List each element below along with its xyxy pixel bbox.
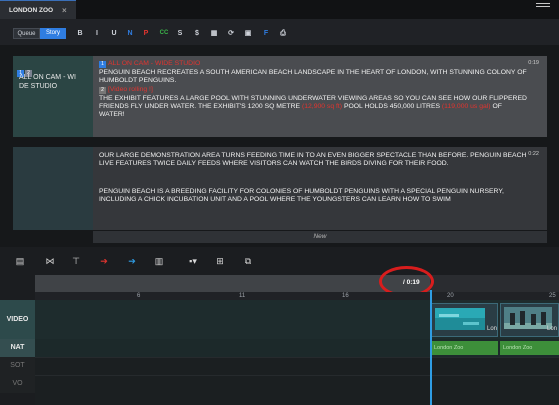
n-icon[interactable]: N <box>125 28 135 39</box>
clip-name: Lon <box>547 326 558 332</box>
story-block-1[interactable]: 12 ALL ON CAM - WI DE STUDIO 0:19 1 ALL O… <box>13 56 547 137</box>
format-toolbar: Queue Story B I U N P CC S $ ▦ ⟳ ▣ F ⎙ <box>0 19 559 45</box>
cue-badge: 1 <box>99 61 106 68</box>
paragraph-2: THE EXHIBIT FEATURES A LARGE POOL WITH S… <box>99 95 527 119</box>
script-text-cell[interactable]: 0:22 OUR LARGE DEMONSTRATION AREA TURNS … <box>93 147 547 230</box>
metric-area: (12,900 sq ft) <box>301 103 343 110</box>
paragraph-2: PENGUIN BEACH IS A BREEDING FACILITY FOR… <box>99 188 504 203</box>
playhead[interactable] <box>430 290 432 405</box>
italic-icon[interactable]: I <box>92 28 102 39</box>
track-label-vo: VO <box>0 375 35 393</box>
tick-label: 6 <box>137 293 141 299</box>
tab-title: LONDON ZOO <box>9 7 54 14</box>
facebook-icon[interactable]: F <box>261 28 271 39</box>
ruler-overrun <box>430 275 559 292</box>
close-icon[interactable]: × <box>62 6 67 15</box>
bold-icon[interactable]: B <box>75 28 85 39</box>
roll-badge: 2 <box>99 87 106 94</box>
timeline-toolbar: ▤ ⋈ ⊤ ➔ ➔ ▥ ▪▾ ⊞ ⧉ <box>0 251 559 273</box>
story-button[interactable]: Story <box>40 28 66 39</box>
move-blue-icon[interactable]: ➔ <box>126 256 138 267</box>
image-icon[interactable]: ▣ <box>243 28 253 39</box>
track-label-video: VIDEO <box>0 300 35 339</box>
tab-london-zoo[interactable]: LONDON ZOO × <box>0 0 76 19</box>
layout-icon[interactable]: ▤ <box>14 256 26 267</box>
tick-label: 20 <box>447 293 454 299</box>
camera-cell[interactable] <box>13 147 93 230</box>
move-red-icon[interactable]: ➔ <box>98 256 110 267</box>
paragraph-1: PENGUIN BEACH RECREATES A SOUTH AMERICAN… <box>99 69 527 84</box>
story-block-2[interactable]: 0:22 OUR LARGE DEMONSTRATION AREA TURNS … <box>13 147 547 230</box>
grid-icon[interactable]: ▦ <box>209 28 219 39</box>
menu-icon[interactable] <box>536 2 554 8</box>
nat-clip-2[interactable]: London Zoo <box>500 341 559 355</box>
video-clip-2[interactable]: Lon <box>500 303 559 337</box>
video-clip-1[interactable]: Lon <box>431 303 498 337</box>
tick-label: 11 <box>239 293 246 299</box>
cue-line: 1 ALL ON CAM - WIDE STUDIO <box>99 60 527 68</box>
underline-icon[interactable]: U <box>109 28 119 39</box>
para2-part-b: POOL HOLDS 450,000 LITRES <box>343 103 441 110</box>
tab-bar: LONDON ZOO × <box>0 0 559 19</box>
story-editor: 12 ALL ON CAM - WI DE STUDIO 0:19 1 ALL O… <box>0 45 559 247</box>
metric-volume: (119,000 us gal) <box>441 103 491 110</box>
track-label-nat: NAT <box>0 339 35 357</box>
camera-cell[interactable]: 12 ALL ON CAM - WI DE STUDIO <box>13 56 93 137</box>
camera-label: ALL ON CAM - WI DE STUDIO <box>19 74 76 90</box>
track-label-sot: SOT <box>0 357 35 375</box>
sequence-icon[interactable]: $ <box>192 28 202 39</box>
tick-row <box>35 292 559 300</box>
p-icon[interactable]: P <box>141 28 151 39</box>
block-duration: 0:22 <box>528 151 539 157</box>
keyframe-icon[interactable]: ⊞ <box>214 256 226 267</box>
cc-icon[interactable]: CC <box>157 28 171 39</box>
video-rolling-text: [Video rolling !] <box>108 86 153 93</box>
roll-line: 2 [Video rolling !] <box>99 86 527 94</box>
tick-label: 16 <box>342 293 349 299</box>
s-icon[interactable]: S <box>175 28 185 39</box>
delete-icon[interactable]: ▥ <box>153 256 165 267</box>
print-icon[interactable]: ⎙ <box>278 28 288 39</box>
split-icon[interactable]: ⋈ <box>44 256 56 267</box>
script-text-cell[interactable]: 0:19 1 ALL ON CAM - WIDE STUDIO PENGUIN B… <box>93 56 547 137</box>
block-duration: 0:19 <box>528 60 539 66</box>
clip-thumbnail <box>504 307 552 329</box>
new-block-button[interactable]: New <box>93 231 547 243</box>
trim-icon[interactable]: ⊤ <box>70 256 82 267</box>
vo-lane[interactable] <box>35 375 559 405</box>
save-icon[interactable]: ▪▾ <box>184 256 202 267</box>
marker-icon[interactable]: ⧉ <box>242 256 254 267</box>
cue-text: ALL ON CAM - WIDE STUDIO <box>108 60 201 67</box>
tick-label: 25 <box>549 293 556 299</box>
sot-lane[interactable] <box>35 357 559 375</box>
clip-name: Lon <box>487 326 498 332</box>
refresh-icon[interactable]: ⟳ <box>226 28 236 39</box>
queue-button[interactable]: Queue <box>13 28 40 39</box>
nat-clip-1[interactable]: London Zoo <box>431 341 498 355</box>
clip-thumbnail <box>435 308 485 330</box>
app-window: LONDON ZOO × Queue Story B I U N P CC S $ ▦ ⟳ ▣ F ⎙ … <box>0 0 559 405</box>
paragraph-1: OUR LARGE DEMONSTRATION AREA TURNS FEEDI… <box>99 152 527 167</box>
